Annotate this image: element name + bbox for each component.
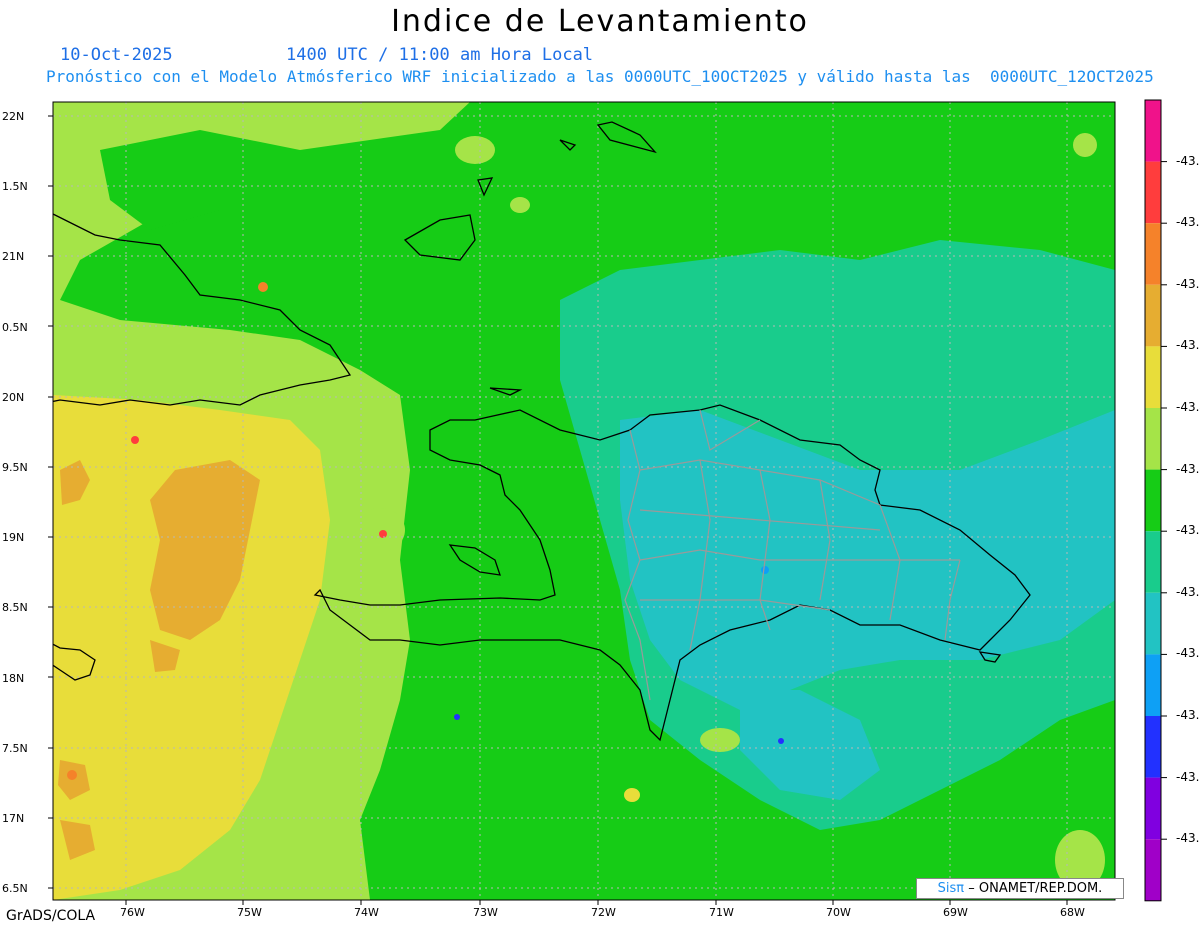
field-lg-blob: [1073, 133, 1097, 157]
lat-label: 1.5N: [2, 180, 28, 194]
lon-label: 73W: [473, 906, 498, 919]
colorbar-swatch: [1145, 777, 1161, 840]
lifted-index-field: [53, 102, 1115, 900]
field-yellow-blob: [624, 788, 640, 802]
colorbar-swatch: [1145, 592, 1161, 655]
lat-label: 6.5N: [2, 882, 28, 896]
lat-label: 0.5N: [2, 320, 28, 334]
colorbar-swatch: [1145, 469, 1161, 532]
footer-grads: GrADS/COLA: [6, 908, 96, 924]
colorbar: [1144, 99, 1167, 902]
credit-brand: Sisπ: [937, 881, 965, 896]
colorbar-swatch: [1145, 100, 1161, 162]
field-hotspot-orange: [258, 282, 268, 292]
colorbar-label: -43.5: [1176, 523, 1200, 538]
colorbar-swatch: [1145, 839, 1161, 901]
colorbar-label: -43.6: [1176, 584, 1200, 599]
field-hotspot-orange: [67, 770, 77, 780]
colorbar-label: -43.2: [1176, 153, 1200, 168]
field-hotspot-red: [131, 436, 139, 444]
colorbar-swatch: [1145, 654, 1161, 716]
lon-label: 72W: [591, 906, 616, 919]
lon-label: 70W: [826, 906, 851, 919]
field-hotspot-blue: [761, 566, 769, 574]
forecast-subtitle: Pronóstico con el Modelo Atmósferico WRF…: [46, 67, 1154, 86]
lat-label: 7.5N: [2, 741, 28, 755]
colorbar-label: -43.7: [1176, 769, 1200, 784]
colorbar-swatch: [1145, 223, 1161, 285]
lon-label: 68W: [1060, 906, 1085, 919]
field-hotspot-blue: [454, 714, 460, 720]
colorbar-label: -43.4: [1176, 400, 1200, 414]
credit-box: Sisπ – ONAMET/REP.DOM.: [916, 878, 1124, 899]
lon-label: 74W: [354, 906, 379, 919]
lon-label: 69W: [943, 906, 968, 919]
lat-label: 20N: [2, 390, 25, 404]
forecast-date: 10-Oct-2025: [60, 45, 173, 65]
colorbar-label: -43.7: [1176, 708, 1200, 722]
map-title: Indice de Levantamiento: [391, 4, 809, 39]
forecast-time: 1400 UTC / 11:00 am Hora Local: [286, 45, 594, 65]
colorbar-label: -43.2: [1176, 215, 1200, 230]
forecast-map: [48, 99, 1167, 905]
colorbar-label: -43.3: [1176, 276, 1200, 291]
colorbar-swatch: [1145, 161, 1161, 224]
lon-label: 75W: [237, 906, 262, 919]
colorbar-label: -43.8: [1176, 831, 1200, 846]
lat-label: 18N: [2, 671, 25, 685]
field-lg-blob: [510, 197, 530, 213]
lat-label: 17N: [2, 812, 25, 825]
colorbar-swatch: [1145, 408, 1161, 470]
lat-label: 21N: [2, 250, 25, 264]
colorbar-swatch: [1145, 531, 1161, 593]
field-hotspot-blue: [778, 738, 784, 744]
credit-org: ONAMET/REP.DOM.: [978, 881, 1103, 896]
colorbar-label: -43.3: [1176, 338, 1200, 353]
lon-label: 76W: [120, 906, 145, 919]
lat-label: 19N: [2, 531, 25, 545]
colorbar-swatch: [1145, 716, 1161, 778]
colorbar-label: -43.4: [1176, 461, 1200, 476]
field-lg-blob: [455, 136, 495, 164]
lon-label: 71W: [709, 906, 734, 919]
colorbar-swatch: [1145, 284, 1161, 347]
lat-label: 22N: [2, 110, 25, 123]
lat-label: 9.5N: [2, 461, 28, 474]
field-lg-blob: [355, 508, 405, 552]
lat-label: 8.5N: [2, 601, 28, 615]
colorbar-swatch: [1145, 346, 1161, 408]
colorbar-label: -43.6: [1176, 646, 1200, 661]
